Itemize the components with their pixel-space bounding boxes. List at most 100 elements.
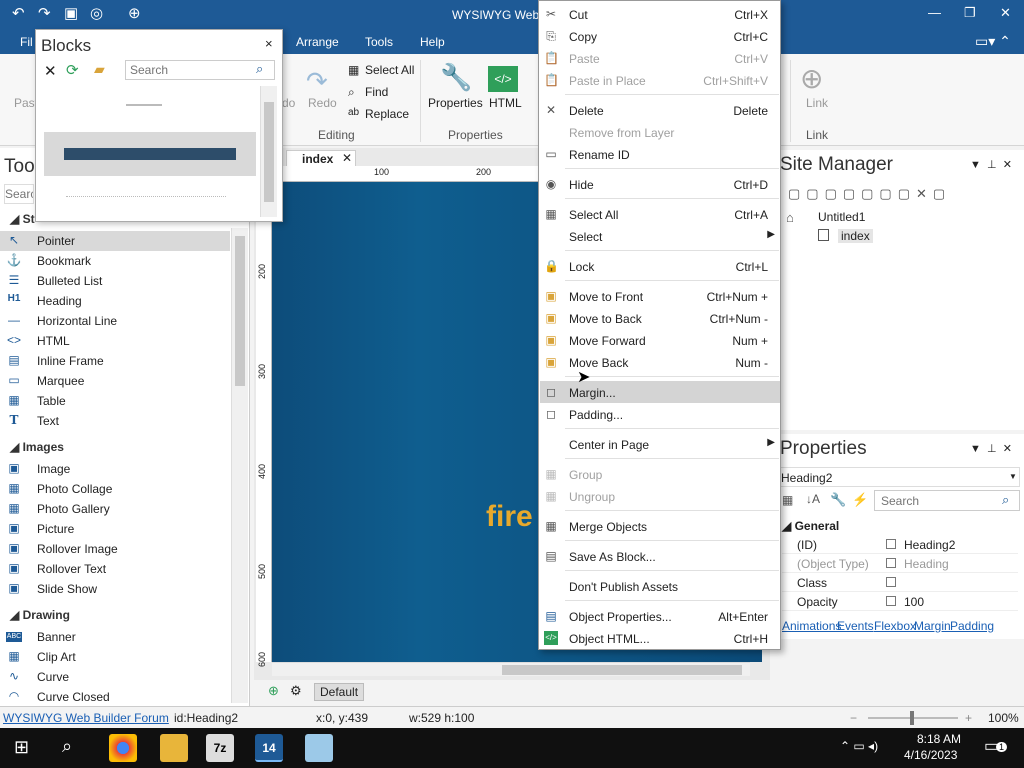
- menu-item-select-all[interactable]: ▦ Select All Ctrl+A: [540, 203, 780, 225]
- publish-icon[interactable]: ⊕: [128, 4, 141, 22]
- tool-bookmark[interactable]: ⚓ Bookmark: [0, 251, 230, 271]
- select-all-button[interactable]: Select All: [365, 63, 414, 77]
- sort-az-icon[interactable]: ↓A: [806, 492, 820, 506]
- margin-link[interactable]: Margin: [914, 619, 951, 633]
- chrome-icon[interactable]: [109, 734, 137, 762]
- blocks-scrollbar[interactable]: [260, 86, 277, 217]
- page-settings-icon[interactable]: ⚙: [290, 683, 302, 699]
- tool-html[interactable]: <> HTML: [0, 331, 230, 351]
- property-row[interactable]: (Object Type) Heading: [782, 554, 1018, 573]
- tool-inline-frame[interactable]: ▤ Inline Frame: [0, 351, 230, 371]
- category-standard[interactable]: ◢ St: [10, 212, 35, 226]
- properties-search-input[interactable]: [874, 490, 1020, 511]
- tool-banner[interactable]: ABC Banner: [0, 627, 230, 647]
- close-icon[interactable]: ✕: [1000, 5, 1011, 21]
- tool-photo-collage[interactable]: ▦ Photo Collage: [0, 479, 230, 499]
- blocks-close-icon[interactable]: ×: [265, 36, 273, 51]
- tool-horizontal-line[interactable]: — Horizontal Line: [0, 311, 230, 331]
- tray-icons[interactable]: ⌃ ▭ ◂): [840, 739, 878, 753]
- scrollbar-thumb[interactable]: [235, 236, 245, 386]
- menu-item-dont-publish-assets[interactable]: Don't Publish Assets: [540, 575, 780, 597]
- menu-item-move-forward[interactable]: ▣ Move Forward Num +: [540, 329, 780, 351]
- menu-item-delete[interactable]: ✕ Delete Delete: [540, 99, 780, 121]
- menu-item-move-back[interactable]: ▣ Move Back Num -: [540, 351, 780, 373]
- preview-icon[interactable]: ◎: [90, 4, 103, 22]
- blocks-search-input[interactable]: [125, 60, 275, 80]
- block-thumbnail[interactable]: [66, 196, 226, 197]
- menu-item-object-html[interactable]: </> Object HTML... Ctrl+H: [540, 627, 780, 649]
- panel-dropdown-icon[interactable]: ▼ ⊥ ✕: [970, 442, 1012, 455]
- search-icon[interactable]: ⌕: [62, 736, 72, 757]
- restore-icon[interactable]: ❐: [964, 5, 976, 21]
- menu-item-merge-objects[interactable]: ▦ Merge Objects: [540, 515, 780, 537]
- scrollbar-thumb[interactable]: [264, 102, 274, 202]
- tool-slide-show[interactable]: ▣ Slide Show: [0, 579, 230, 599]
- menu-item-paste-in-place[interactable]: 📋 Paste in Place Ctrl+Shift+V: [540, 69, 780, 91]
- tool-curve[interactable]: ∿ Curve: [0, 667, 230, 687]
- menu-help[interactable]: Help: [420, 35, 445, 49]
- toolbox-search-input[interactable]: [4, 184, 34, 204]
- tool-heading[interactable]: H1 Heading: [0, 291, 230, 311]
- block-thumbnail-selected[interactable]: [44, 132, 256, 176]
- tool-image[interactable]: ▣ Image: [0, 459, 230, 479]
- options-icon[interactable]: ▭▾ ⌃: [975, 33, 1011, 50]
- menu-item-center-in-page[interactable]: Center in Page ▶: [540, 433, 780, 455]
- canvas-hscrollbar[interactable]: [272, 662, 750, 676]
- tool-table[interactable]: ▦ Table: [0, 391, 230, 411]
- minimize-icon[interactable]: —: [928, 5, 941, 20]
- block-thumbnail[interactable]: [126, 104, 162, 106]
- tool-curve-closed[interactable]: ◠ Curve Closed: [0, 687, 230, 707]
- hscroll-thumb[interactable]: [502, 665, 742, 675]
- menu-file[interactable]: Fil: [20, 35, 33, 49]
- tool-rollover-image[interactable]: ▣ Rollover Image: [0, 539, 230, 559]
- notepad-icon[interactable]: [305, 734, 333, 762]
- tool-clip-art[interactable]: ▦ Clip Art: [0, 647, 230, 667]
- menu-item-cut[interactable]: ✂ Cut Ctrl+X: [540, 3, 780, 25]
- object-selector[interactable]: Heading2 ▼: [780, 467, 1020, 487]
- forum-link[interactable]: WYSIWYG Web Builder Forum: [3, 711, 169, 725]
- property-row[interactable]: Opacity 100: [782, 592, 1018, 611]
- windows-start-icon[interactable]: ⊞: [14, 737, 29, 758]
- categorized-icon[interactable]: ▦: [782, 493, 793, 507]
- menu-item-select[interactable]: Select ▶: [540, 225, 780, 247]
- refresh-icon[interactable]: ⟳: [66, 61, 79, 79]
- redo-button[interactable]: Redo: [308, 96, 337, 110]
- tool-marquee[interactable]: ▭ Marquee: [0, 371, 230, 391]
- folder-icon[interactable]: ▰: [94, 61, 105, 78]
- menu-item-ungroup[interactable]: ▦ Ungroup: [540, 485, 780, 507]
- menu-item-hide[interactable]: ◉ Hide Ctrl+D: [540, 173, 780, 195]
- site-toolbar-icons[interactable]: ▢▢▢▢▢▢▢✕▢: [788, 186, 951, 202]
- undo-button[interactable]: do: [282, 96, 295, 110]
- toolbox-scrollbar[interactable]: [231, 228, 248, 703]
- general-category[interactable]: ◢ General: [782, 519, 839, 533]
- zoom-slider-thumb[interactable]: [910, 711, 914, 725]
- menu-item-group[interactable]: ▦ Group: [540, 463, 780, 485]
- zoom-slider[interactable]: [868, 711, 958, 725]
- menu-item-margin[interactable]: ◻ Margin...: [540, 381, 780, 403]
- menu-item-copy[interactable]: ⎘ Copy Ctrl+C: [540, 25, 780, 47]
- wysiwyg-app-icon[interactable]: 14: [255, 734, 283, 762]
- category-images[interactable]: ◢ Images: [10, 440, 64, 454]
- search-icon[interactable]: ⌕: [256, 61, 263, 77]
- delete-block-icon[interactable]: ✕: [44, 62, 57, 80]
- menu-item-move-to-front[interactable]: ▣ Move to Front Ctrl+Num +: [540, 285, 780, 307]
- zoom-in-icon[interactable]: +: [965, 711, 972, 725]
- properties-button[interactable]: Properties: [428, 96, 483, 110]
- menu-item-move-to-back[interactable]: ▣ Move to Back Ctrl+Num -: [540, 307, 780, 329]
- panel-dropdown-icon[interactable]: ▼ ⊥ ✕: [970, 158, 1012, 171]
- menu-item-object-properties[interactable]: ▤ Object Properties... Alt+Enter: [540, 605, 780, 627]
- add-page-icon[interactable]: ⊕: [268, 683, 279, 699]
- 7zip-icon[interactable]: 7z: [206, 734, 234, 762]
- save-icon[interactable]: ▣: [64, 4, 78, 22]
- document-tab[interactable]: index ✕: [286, 150, 356, 167]
- wrench-icon[interactable]: 🔧: [830, 492, 846, 508]
- tool-picture[interactable]: ▣ Picture: [0, 519, 230, 539]
- html-button[interactable]: HTML: [489, 96, 522, 110]
- padding-link[interactable]: Padding: [950, 619, 994, 633]
- flexbox-link[interactable]: Flexbox: [874, 619, 916, 633]
- find-button[interactable]: Find: [365, 85, 388, 99]
- layout-mode-button[interactable]: Default: [314, 683, 365, 701]
- redo-icon[interactable]: ↷: [38, 4, 51, 22]
- menu-item-rename-id[interactable]: ▭ Rename ID: [540, 143, 780, 165]
- heading-element[interactable]: fire: [486, 500, 533, 534]
